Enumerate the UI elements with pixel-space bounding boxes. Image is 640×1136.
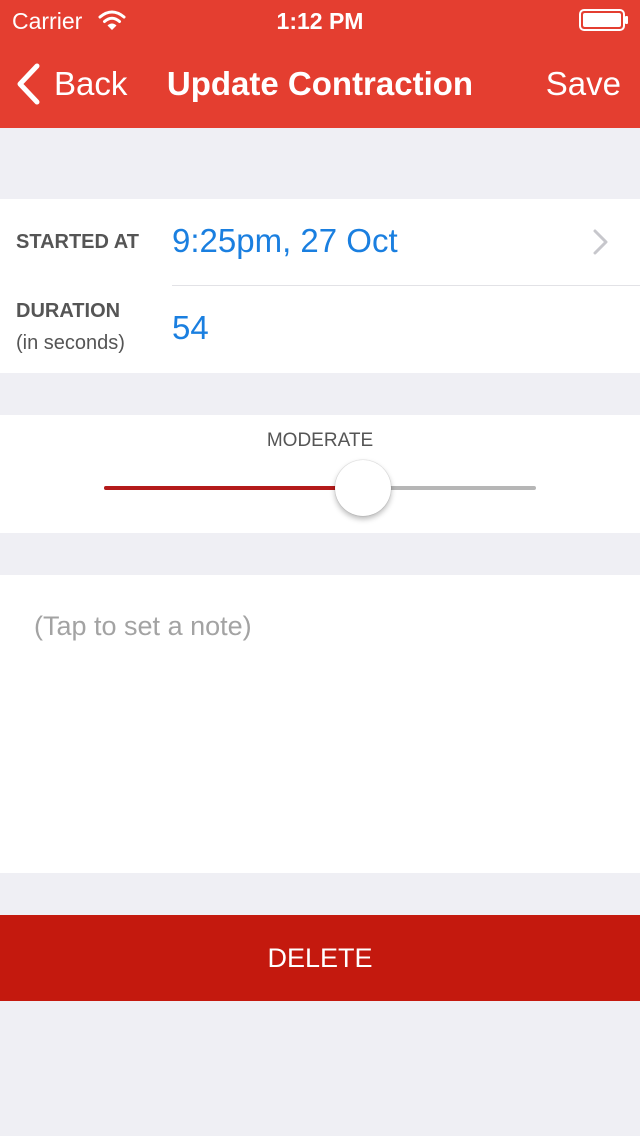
note-placeholder: (Tap to set a note) <box>34 611 252 641</box>
status-time: 1:12 PM <box>276 8 364 34</box>
slider-fill <box>104 486 363 490</box>
slider-thumb[interactable] <box>335 460 391 516</box>
delete-button[interactable]: DELETE <box>0 915 640 1001</box>
duration-row: DURATION (in seconds) 54 <box>0 286 640 373</box>
intensity-label: MODERATE <box>266 430 374 451</box>
duration-unit-label: (in seconds) <box>16 332 125 354</box>
navigation-header: Carrier 1:12 PM Back Update Contraction … <box>0 0 640 128</box>
duration-label: DURATION <box>16 300 121 322</box>
started-at-value: 9:25pm, 27 Oct <box>172 222 398 259</box>
duration-value[interactable]: 54 <box>172 308 209 348</box>
status-bar: Carrier 1:12 PM <box>0 0 640 40</box>
started-at-label: STARTED AT <box>16 231 139 253</box>
battery-icon <box>579 9 628 31</box>
note-area[interactable]: (Tap to set a note) <box>0 575 640 873</box>
started-at-row[interactable]: STARTED AT 9:25pm, 27 Oct <box>0 199 640 285</box>
contraction-info-section: STARTED AT 9:25pm, 27 Oct DURATION (in s… <box>0 199 640 373</box>
intensity-slider[interactable] <box>104 456 536 516</box>
save-button[interactable]: Save <box>546 62 621 106</box>
page-title: Update Contraction <box>166 65 474 102</box>
nav-bar: Back Update Contraction Save <box>0 40 640 128</box>
chevron-right-icon <box>593 229 608 255</box>
